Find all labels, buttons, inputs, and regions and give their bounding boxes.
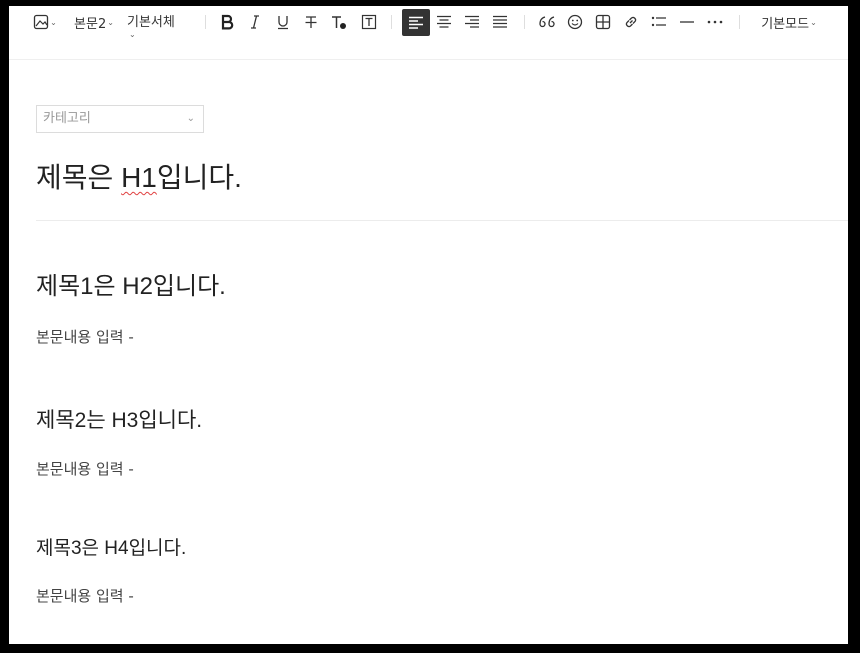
align-justify-icon <box>493 15 507 28</box>
strikethrough-icon <box>305 16 317 28</box>
text-color-icon <box>332 16 346 29</box>
paragraph-style-dropdown[interactable]: 본문2 ⌄ <box>71 11 117 33</box>
bullet-list-button[interactable] <box>647 11 671 33</box>
italic-icon <box>251 15 259 29</box>
body-paragraph[interactable]: 본문내용 입력 - <box>36 326 134 347</box>
link-icon <box>625 16 637 28</box>
dropdown-caret-icon: ⌄ <box>107 17 114 27</box>
editor-mode-dropdown[interactable]: 기본모드 ⌄ <box>754 11 824 33</box>
image-insert-button[interactable]: ⌄ <box>31 11 59 33</box>
align-left-button[interactable] <box>402 9 430 36</box>
align-justify-button[interactable] <box>488 11 512 33</box>
quote-button[interactable] <box>535 11 559 33</box>
strikethrough-button[interactable] <box>300 11 322 33</box>
more-options-button[interactable] <box>703 11 727 33</box>
post-title[interactable]: 제목은 H1입니다. <box>36 156 242 196</box>
font-family-dropdown[interactable]: 기본서체 ⌄ <box>127 11 185 45</box>
link-button[interactable] <box>619 11 643 33</box>
emoji-button[interactable] <box>563 11 587 33</box>
editor-toolbar: ⌄ 본문2 ⌄ 기본서체 ⌄ 기본모드 ⌄ <box>9 6 848 39</box>
category-placeholder: 카테고리 <box>43 111 91 126</box>
heading-h3[interactable]: 제목2는 H3입니다. <box>36 404 202 434</box>
category-select[interactable]: 카테고리 ⌄ <box>36 105 204 133</box>
horizontal-rule-button[interactable] <box>675 11 699 33</box>
toolbar-divider <box>524 15 525 29</box>
bold-button[interactable] <box>216 11 238 33</box>
table-icon <box>595 14 611 30</box>
bold-icon <box>221 14 234 30</box>
heading-h2[interactable]: 제목1은 H2입니다. <box>36 266 226 301</box>
image-icon <box>33 14 49 30</box>
horizontal-rule-icon <box>680 21 694 23</box>
toolbar-divider <box>739 15 740 29</box>
heading-h4[interactable]: 제목3은 H4입니다. <box>36 533 186 560</box>
title-text-suffix: 입니다. <box>156 162 242 193</box>
text-background-button[interactable] <box>358 11 380 33</box>
toolbar-divider <box>391 15 392 29</box>
underline-icon <box>278 16 288 30</box>
toolbar-divider <box>205 15 206 29</box>
font-family-label: 기본서체 <box>127 15 175 30</box>
bullet-list-icon <box>651 16 666 27</box>
text-background-icon <box>361 14 377 30</box>
align-right-button[interactable] <box>460 11 484 33</box>
italic-button[interactable] <box>244 11 266 33</box>
dropdown-caret-icon: ⌄ <box>810 17 817 27</box>
title-spellcheck-word: H1 <box>121 162 157 193</box>
editor-window: ⌄ 본문2 ⌄ 기본서체 ⌄ 기본모드 ⌄ 카테고리 ⌄ 제목은 H1입니다. … <box>9 6 848 644</box>
underline-button[interactable] <box>272 11 294 33</box>
paragraph-style-label: 본문2 <box>74 16 107 32</box>
body-paragraph[interactable]: 본문내용 입력 - <box>36 458 134 479</box>
table-button[interactable] <box>591 11 615 33</box>
align-center-button[interactable] <box>432 11 456 33</box>
more-horizontal-icon <box>707 20 723 24</box>
dropdown-caret-icon: ⌄ <box>129 30 136 39</box>
toolbar-divider-line <box>9 59 848 60</box>
align-left-icon <box>409 16 423 29</box>
chevron-down-icon: ⌄ <box>186 113 195 124</box>
editor-mode-label: 기본모드 <box>761 16 810 32</box>
title-divider <box>36 220 848 221</box>
body-paragraph[interactable]: 본문내용 입력 - <box>36 585 134 606</box>
emoji-icon <box>567 14 583 30</box>
dropdown-caret-icon: ⌄ <box>50 17 57 27</box>
text-color-button[interactable] <box>328 11 350 33</box>
align-center-icon <box>437 15 451 28</box>
title-text-prefix: 제목은 <box>36 162 122 193</box>
align-right-icon <box>465 15 479 28</box>
quote-icon <box>539 16 555 28</box>
